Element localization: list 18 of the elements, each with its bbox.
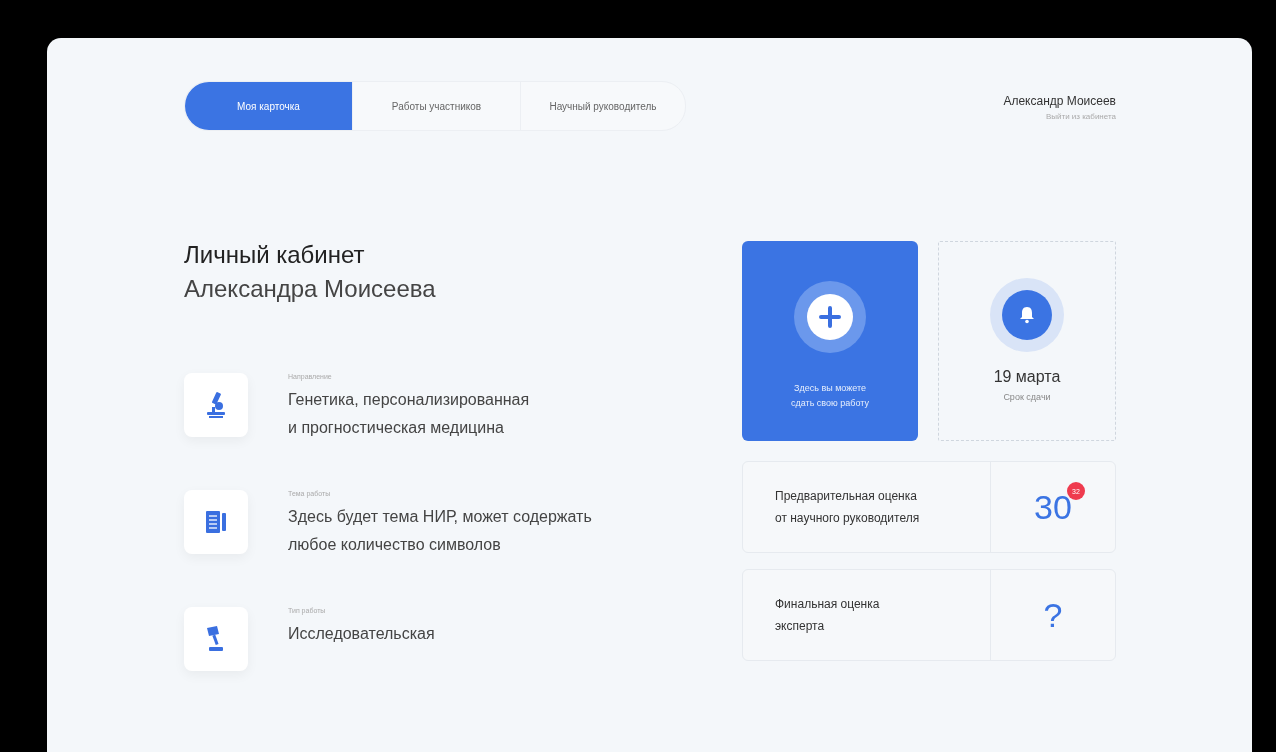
score-label: Предварительная оценка от научного руководителя bbox=[743, 462, 991, 552]
nav-tab[interactable]: Научный руководитель bbox=[521, 82, 685, 130]
page-subtitle: Александра Моисеева bbox=[184, 275, 437, 303]
page-title: Личный кабинет bbox=[184, 241, 365, 268]
field-value: Генетика, персонализированная и прогностическая медицина bbox=[288, 390, 530, 438]
score-label: Финальная оценка эксперта bbox=[743, 570, 991, 660]
deadline-label: Срок сдачи bbox=[1003, 392, 1051, 402]
user-name: Александр Моисеев bbox=[1003, 94, 1116, 108]
microscope-icon bbox=[205, 391, 227, 419]
nav-tab[interactable]: Работы участников bbox=[353, 82, 521, 130]
deadline-date: 19 марта bbox=[993, 368, 1061, 386]
upload-work-button[interactable]: Здесь вы можете сдать свою работу bbox=[742, 241, 918, 441]
score-value: ? bbox=[1043, 595, 1063, 635]
nav-tab[interactable]: Моя карточка bbox=[185, 82, 353, 130]
field-value: Исследовательская bbox=[288, 624, 435, 644]
notebook-icon bbox=[205, 510, 227, 534]
logout-link[interactable]: Выйти из кабинета bbox=[1045, 112, 1116, 121]
field-value: Здесь будет тема НИР, может содержать любое количество символов bbox=[288, 507, 592, 555]
